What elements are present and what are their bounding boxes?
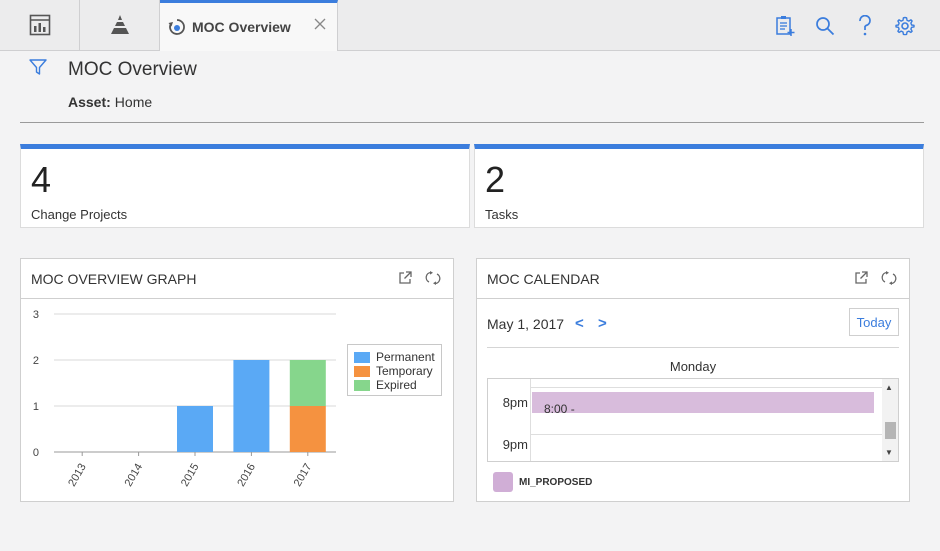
open-external-icon[interactable] <box>397 270 413 286</box>
legend-swatch <box>354 351 370 363</box>
asset-line: Asset: Home <box>68 94 152 110</box>
bar-expired <box>289 360 326 406</box>
open-external-icon[interactable] <box>853 270 869 286</box>
settings-icon <box>895 16 915 36</box>
y-tick-label: 2 <box>33 355 39 367</box>
legend-label: MI_PROPOSED <box>519 476 593 488</box>
notes-add-button[interactable] <box>773 14 797 38</box>
hour-label: 8pm <box>502 395 528 410</box>
help-icon <box>859 15 871 36</box>
y-tick-label: 3 <box>33 309 39 321</box>
panel-header: MOC CALENDAR <box>477 259 909 299</box>
hour-label: 9pm <box>502 437 528 452</box>
scroll-up-icon[interactable]: ▲ <box>885 383 893 392</box>
panel-header: MOC OVERVIEW GRAPH <box>21 259 453 299</box>
calendar-divider <box>487 347 899 348</box>
panel-title: MOC OVERVIEW GRAPH <box>31 271 197 287</box>
legend-item: Expired <box>354 378 435 392</box>
filter-button[interactable] <box>28 58 48 81</box>
tab-label: MOC Overview <box>192 19 291 35</box>
panel-title: MOC CALENDAR <box>487 271 600 287</box>
kpi-change-projects[interactable]: 4 Change Projects <box>20 144 470 228</box>
moc-refresh-icon <box>168 19 185 35</box>
settings-button[interactable] <box>893 14 917 38</box>
bar-permanent <box>233 360 270 452</box>
hour-separator <box>530 387 882 388</box>
y-tick-label: 0 <box>33 447 39 459</box>
x-tick-label: 2013 <box>66 462 89 489</box>
pyramid-icon <box>110 15 129 34</box>
x-tick-label: 2016 <box>235 462 258 489</box>
kpi-value: 2 <box>485 159 506 200</box>
asset-label: Asset: <box>68 94 111 110</box>
kpi-tasks[interactable]: 2 Tasks <box>474 144 924 228</box>
legend-label: Permanent <box>376 350 435 364</box>
dashboard-icon <box>29 14 50 36</box>
prev-date-button[interactable]: < <box>575 315 584 332</box>
legend-label: Temporary <box>376 364 433 378</box>
legend-label: Expired <box>376 378 417 392</box>
asset-value: Home <box>114 94 153 110</box>
bar-permanent <box>177 406 213 452</box>
calendar-legend: MI_PROPOSED <box>493 472 592 492</box>
notes-add-icon <box>776 16 795 36</box>
tab-bar: MOC Overview <box>0 0 940 51</box>
event-text: 8:00 - <box>544 402 575 413</box>
bar-temporary <box>289 406 326 452</box>
x-tick-label: 2014 <box>123 462 146 489</box>
kpi-label: Change Projects <box>31 207 128 222</box>
chart-legend: Permanent Temporary Expired <box>347 344 442 396</box>
calendar-grid[interactable]: 8pm 9pm 8:00 - ▲ ▼ <box>487 378 899 462</box>
moc-calendar-panel: MOC CALENDAR May 1, 2017 < > Today Monda… <box>476 258 910 502</box>
refresh-icon[interactable] <box>881 270 897 286</box>
kpi-value: 4 <box>31 159 52 200</box>
tab-dashboard[interactable] <box>0 0 80 50</box>
scroll-thumb[interactable] <box>885 422 896 439</box>
tab-pyramid[interactable] <box>80 0 160 50</box>
search-icon <box>816 17 835 36</box>
calendar-date: May 1, 2017 <box>487 316 565 332</box>
moc-overview-chart: 0 1 2 3 2013 2014 2015 2016 2017 <box>33 309 336 489</box>
x-tick-label: 2015 <box>179 462 202 489</box>
calendar-event[interactable]: 8:00 - <box>532 392 874 413</box>
moc-overview-graph-panel: MOC OVERVIEW GRAPH 0 1 2 3 2013 2014 2015 2016 2… <box>20 258 454 502</box>
kpi-label: Tasks <box>485 207 519 222</box>
legend-swatch <box>354 379 370 391</box>
legend-item: Permanent <box>354 350 435 364</box>
legend-item: Temporary <box>354 364 435 378</box>
x-tick-label: 2017 <box>292 462 315 489</box>
tab-moc-overview[interactable]: MOC Overview <box>160 0 338 51</box>
close-icon[interactable] <box>313 17 327 31</box>
search-button[interactable] <box>813 14 837 38</box>
filter-icon <box>29 59 47 75</box>
refresh-icon[interactable] <box>425 270 441 286</box>
y-tick-label: 1 <box>33 401 39 413</box>
day-header: Monday <box>669 359 717 374</box>
help-button[interactable] <box>853 14 877 38</box>
scroll-down-icon[interactable]: ▼ <box>885 448 893 457</box>
header-divider <box>20 122 924 123</box>
page-title: MOC Overview <box>68 59 197 80</box>
legend-swatch <box>354 365 370 377</box>
today-button[interactable]: Today <box>849 308 899 336</box>
next-date-button[interactable]: > <box>598 315 607 332</box>
calendar-scrollbar[interactable]: ▲ ▼ <box>882 379 898 461</box>
legend-swatch <box>493 472 513 492</box>
hour-separator <box>530 434 882 435</box>
time-column-divider <box>530 379 531 461</box>
